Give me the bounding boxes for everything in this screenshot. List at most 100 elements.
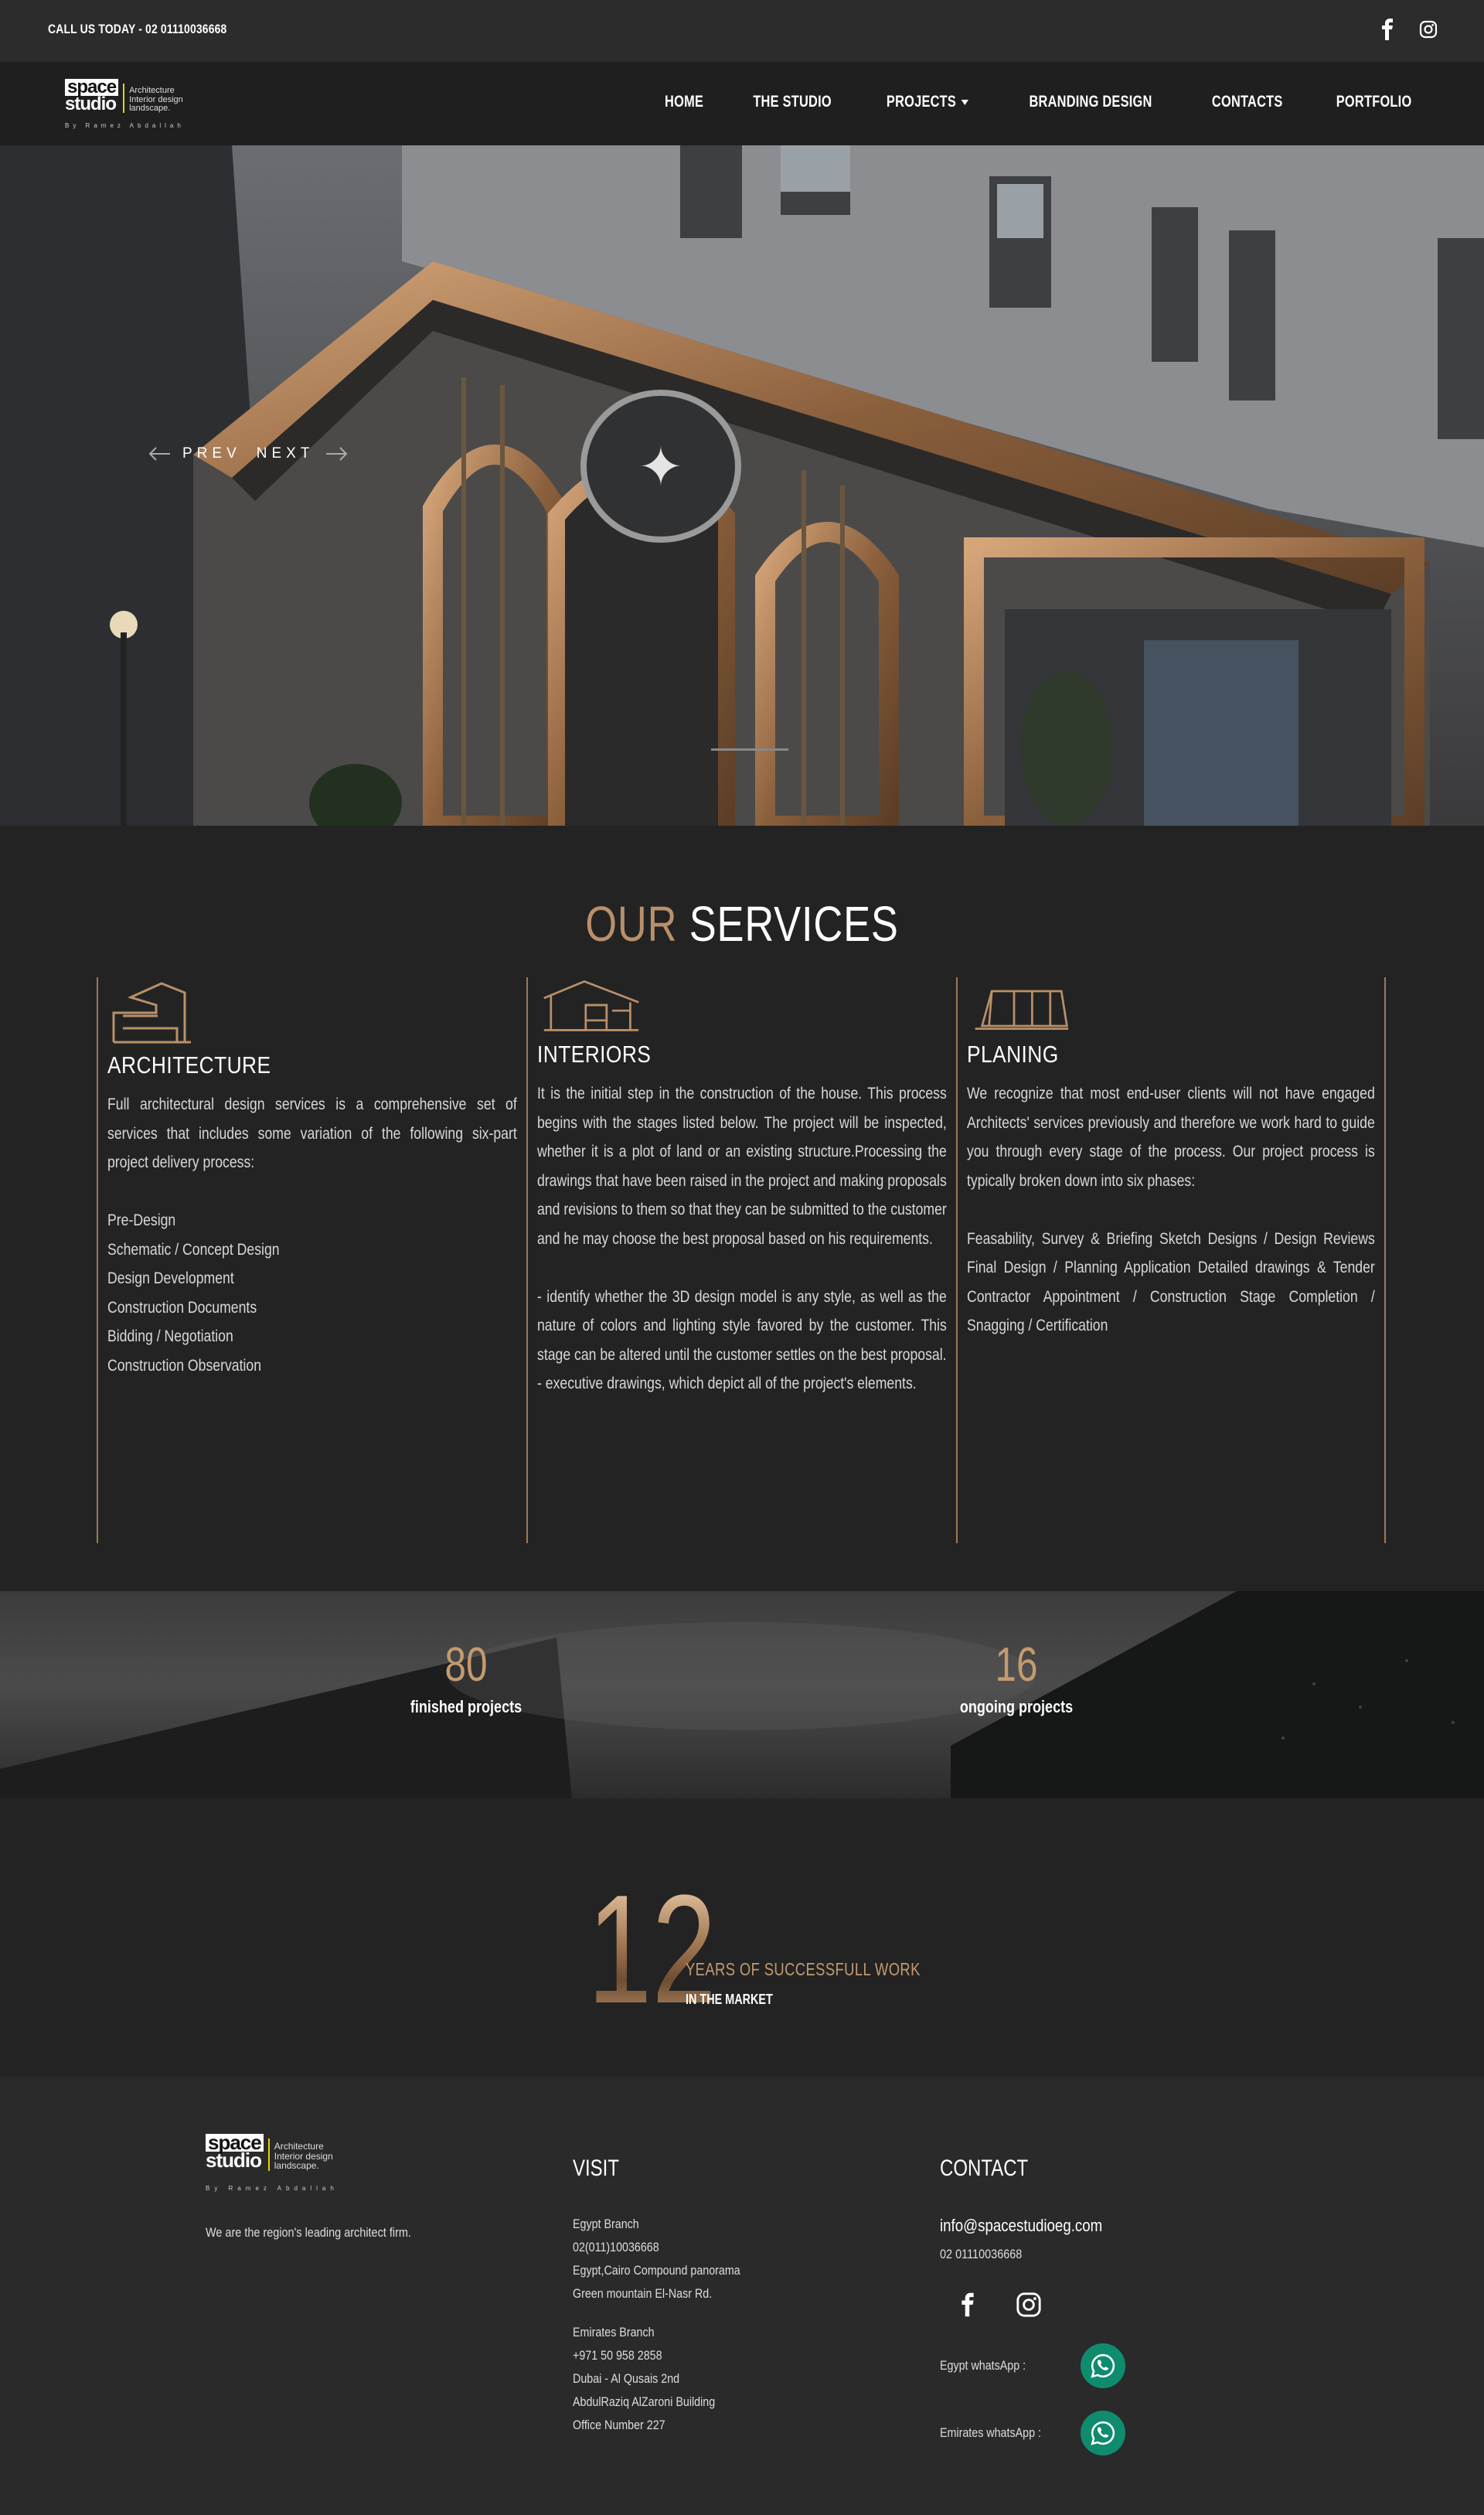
- footer-social-links: [958, 2292, 1042, 2322]
- top-social-links: [1379, 19, 1438, 40]
- branch-address: Office Number 227: [573, 2418, 665, 2432]
- services-heading: OUR SERVICES: [134, 895, 1350, 952]
- service-list-item: Pre-Design: [107, 1211, 176, 1229]
- service-architecture: ARCHITECTURE Full architectural design s…: [97, 977, 526, 1543]
- footer-logo-wordmark: space studio: [206, 2132, 264, 2173]
- footer-logo[interactable]: space studio Architecture Interior desig…: [206, 2132, 376, 2196]
- whatsapp-icon: [1091, 2353, 1115, 2378]
- service-title: ARCHITECTURE: [107, 1051, 271, 1079]
- branch-name: Egypt Branch: [573, 2217, 639, 2231]
- service-detail: - executive drawings, which depict all o…: [537, 1375, 917, 1392]
- whatsapp-egypt-label: Egypt whatsApp :: [940, 2358, 1026, 2373]
- service-list-item: Construction Documents: [107, 1298, 257, 1317]
- next-label: NEXT: [256, 445, 315, 462]
- stat-finished-projects: 80 finished projects: [350, 1637, 582, 1717]
- prev-button[interactable]: PREV: [148, 445, 241, 462]
- service-title: INTERIORS: [537, 1041, 652, 1068]
- service-intro: We recognize that most end-user clients …: [967, 1085, 1375, 1190]
- whatsapp-icon: [1091, 2421, 1115, 2445]
- logo-byline: By Ramez Abdallah: [65, 122, 185, 129]
- whatsapp-emirates-label: Emirates whatsApp :: [940, 2425, 1041, 2440]
- nav-branding-design[interactable]: BRANDING DESIGN: [1030, 93, 1152, 111]
- footer-whatsapp-emirates: Emirates whatsApp :: [940, 2411, 1125, 2455]
- years-line-1: YEARS OF SUCCESSFULL WORK: [686, 1959, 921, 1979]
- nav-home[interactable]: HOME: [665, 93, 703, 111]
- service-interiors: INTERIORS It is the initial step in the …: [526, 977, 956, 1543]
- branch-address: AbdulRaziq AlZaroni Building: [573, 2394, 716, 2409]
- slider-indicator[interactable]: [711, 748, 788, 751]
- stat-ongoing-projects: 16 ongoing projects: [900, 1637, 1132, 1717]
- service-list-item: Schematic / Concept Design: [107, 1240, 280, 1259]
- footer-logo-tagline: Architecture Interior design landscape.: [274, 2142, 333, 2171]
- prev-label: PREV: [182, 445, 241, 462]
- years-section: 12 YEARS OF SUCCESSFULL WORK IN THE MARK…: [0, 1798, 1484, 2077]
- main-navbar: space studio Architecture Interior desig…: [0, 62, 1484, 145]
- whatsapp-egypt-button[interactable]: [1081, 2343, 1125, 2388]
- nav-contacts[interactable]: CONTACTS: [1212, 93, 1283, 111]
- nav-portfolio[interactable]: PORTFOLIO: [1336, 93, 1412, 111]
- branch-address: Dubai - Al Qusais 2nd: [573, 2371, 680, 2386]
- call-us-text: CALL US TODAY - 02 01110036668: [48, 22, 227, 36]
- nav-projects[interactable]: PROJECTS: [887, 93, 968, 111]
- footer-about-text: We are the region's leading architect fi…: [206, 2225, 411, 2240]
- footer-logo-tagline-1: Architecture: [274, 2141, 324, 2152]
- site-logo[interactable]: space studio Architecture Interior desig…: [65, 78, 212, 133]
- interiors-icon: [543, 980, 639, 1031]
- service-planing: PLANING We recognize that most end-user …: [956, 977, 1386, 1543]
- arrow-left-icon: [148, 447, 170, 461]
- services-heading-main: SERVICES: [689, 896, 899, 952]
- facebook-icon[interactable]: [1379, 19, 1396, 40]
- stat-value: 16: [995, 1638, 1038, 1692]
- chevron-down-icon: [961, 99, 968, 105]
- instagram-icon[interactable]: [1016, 2292, 1042, 2322]
- branch-address: Green mountain El-Nasr Rd.: [573, 2286, 713, 2301]
- footer-email-link[interactable]: info@spacestudioeg.com: [940, 2216, 1102, 2236]
- branch-name: Emirates Branch: [573, 2325, 655, 2339]
- branch-phone: +971 50 958 2858: [573, 2348, 662, 2363]
- service-detail: - identify whether the 3D design model i…: [537, 1287, 947, 1364]
- stats-section: 80 finished projects 16 ongoing projects: [0, 1591, 1484, 1798]
- stat-label: ongoing projects: [959, 1697, 1074, 1716]
- top-bar: CALL US TODAY - 02 01110036668: [0, 0, 1484, 62]
- stat-label: finished projects: [410, 1697, 522, 1716]
- footer-contact-title: CONTACT: [940, 2155, 1029, 2181]
- nav-projects-label: PROJECTS: [886, 93, 956, 111]
- planing-icon: [975, 990, 1069, 1030]
- footer-logo-word-studio: studio: [206, 2149, 262, 2173]
- service-list-item: Construction Observation: [107, 1356, 262, 1375]
- branch-phone: 02(011)10036668: [573, 2240, 659, 2254]
- logo-tagline-3: landscape.: [129, 104, 171, 114]
- footer-emirates-branch: Emirates Branch +971 50 958 2858 Dubai -…: [573, 2321, 715, 2437]
- site-footer: space studio Architecture Interior desig…: [0, 2077, 1484, 2515]
- logo-divider: [123, 83, 125, 113]
- facebook-icon[interactable]: [958, 2292, 977, 2322]
- service-phases: Feasability, Survey & Briefing Sketch De…: [967, 1229, 1375, 1335]
- footer-logo-byline: By Ramez Abdallah: [206, 2185, 339, 2192]
- footer-logo-tagline-3: landscape.: [274, 2160, 319, 2172]
- years-line-2: IN THE MARKET: [686, 1992, 773, 2007]
- whatsapp-emirates-button[interactable]: [1081, 2411, 1125, 2455]
- service-intro: It is the initial step in the constructi…: [537, 1085, 947, 1248]
- slider-controls: PREV NEXT: [148, 445, 348, 462]
- logo-tagline: Architecture Interior design landscape.: [129, 86, 183, 114]
- svg-text:✦: ✦: [638, 435, 684, 499]
- next-button[interactable]: NEXT: [257, 445, 349, 462]
- footer-phone: 02 01110036668: [940, 2247, 1023, 2261]
- service-title: PLANING: [967, 1041, 1059, 1068]
- footer-logo-divider: [267, 2138, 270, 2171]
- arrow-right-icon: [326, 447, 348, 461]
- footer-whatsapp-egypt: Egypt whatsApp :: [940, 2343, 1125, 2388]
- hero-slider: ✦ PREV NEXT: [0, 145, 1484, 826]
- service-intro: Full architectural design services is a …: [107, 1096, 517, 1171]
- instagram-icon[interactable]: [1419, 19, 1438, 40]
- stat-value: 80: [444, 1638, 488, 1692]
- service-list-item: Bidding / Negotiation: [107, 1327, 233, 1345]
- logo-word-studio: studio: [65, 93, 117, 114]
- logo-wordmark: space studio: [65, 78, 119, 114]
- stats-background-image: [0, 1591, 1484, 1798]
- logo-tagline-1: Architecture: [129, 86, 175, 95]
- service-list-item: Design Development: [107, 1269, 234, 1287]
- footer-visit-title: VISIT: [573, 2155, 620, 2181]
- services-heading-accent: OUR: [585, 896, 678, 952]
- nav-the-studio[interactable]: THE STUDIO: [753, 93, 832, 111]
